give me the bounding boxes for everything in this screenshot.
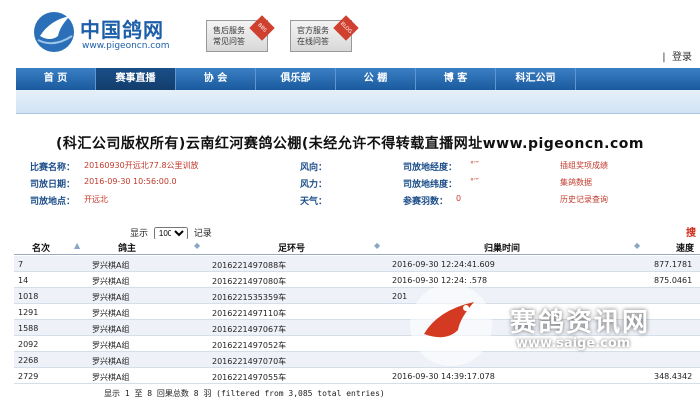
watermark: 赛鸽资讯网 www.saige.com bbox=[402, 272, 700, 390]
basketing-data-link[interactable]: 集鸽数据 bbox=[560, 177, 592, 188]
nav-association[interactable]: 协 会 bbox=[176, 68, 256, 90]
longitude-label: 司放地经度： bbox=[403, 163, 458, 173]
brand-name: 中国鸽网 bbox=[80, 18, 164, 42]
sort-icon[interactable]: ◆ bbox=[634, 241, 640, 250]
nav-kehui[interactable]: 科汇公司 bbox=[496, 68, 576, 90]
service-faq-button[interactable]: 售后服务 常见问答 BBS bbox=[206, 15, 275, 52]
cell-ring: 2016221497080车 bbox=[212, 277, 287, 286]
watermark-text: 赛鸽资讯网 bbox=[510, 308, 651, 338]
group-prize-link[interactable]: 插组奖项成绩 bbox=[560, 160, 608, 171]
pigeon-globe-icon bbox=[34, 12, 74, 52]
sort-icon[interactable]: ◆ bbox=[194, 241, 200, 250]
login-separator: | bbox=[662, 52, 666, 63]
cell-owner: 罗兴棋A组 bbox=[92, 341, 130, 350]
race-name-value: 20160930开远北77.8公里训放 bbox=[84, 161, 199, 170]
watermark-url: www.saige.com bbox=[516, 336, 631, 351]
cell-rank: 2729 bbox=[18, 372, 39, 381]
col-arrival[interactable]: 归巢时间 bbox=[484, 241, 520, 254]
cell-owner: 罗兴棋A组 bbox=[92, 325, 130, 334]
wind-force-label: 风力： bbox=[300, 180, 328, 190]
page-title: (科汇公司版权所有)云南红河赛鸽公棚(未经允许不得转载直播网址www.pigeo… bbox=[56, 136, 644, 152]
nav-blog[interactable]: 博 客 bbox=[416, 68, 496, 90]
table-row[interactable]: 7 罗兴棋A组 2016221497088车 2016-09-30 12:24:41.… bbox=[14, 256, 700, 272]
sort-icon[interactable]: ◆ bbox=[374, 241, 380, 250]
cell-owner: 罗兴棋A组 bbox=[92, 357, 130, 366]
release-place-value: 开远北 bbox=[84, 195, 108, 204]
info-row-2: 司放日期： 2016-09-30 10:56:00.0 风力： 司放地纬度： °… bbox=[30, 177, 690, 194]
wind-direction-label: 风向： bbox=[300, 163, 328, 173]
latitude-label: 司放地纬度： bbox=[403, 180, 458, 190]
cell-rank: 1588 bbox=[18, 324, 39, 333]
show-label: 显示 bbox=[130, 229, 149, 239]
nav-home[interactable]: 首 页 bbox=[16, 68, 96, 90]
login-label: 登录 bbox=[672, 52, 692, 63]
cell-owner: 罗兴棋A组 bbox=[92, 309, 130, 318]
race-info: 比赛名称： 20160930开远北77.8公里训放 风向： 司放地经度： °′″… bbox=[30, 160, 690, 211]
cell-rank: 7 bbox=[18, 260, 24, 269]
release-place-label: 司放地点： bbox=[30, 197, 76, 207]
info-row-3: 司放地点： 开远北 天气： 参赛羽数： 0 历史记录查询 bbox=[30, 194, 690, 211]
cell-ring: 2016221497067车 bbox=[212, 325, 287, 334]
cell-rank: 2092 bbox=[18, 340, 39, 349]
main-nav: 首 页 赛事直播 协 会 俱乐部 公 棚 博 客 科汇公司 bbox=[16, 68, 700, 90]
entries-label: 参赛羽数： bbox=[403, 197, 449, 207]
cell-ring: 2016221497055车 bbox=[212, 373, 287, 382]
nav-live[interactable]: 赛事直播 bbox=[96, 68, 176, 90]
table-info: 显示 1 至 8 回果总数 8 羽 (filtered from 3,085 t… bbox=[104, 389, 385, 398]
cell-ring: 2016221497110车 bbox=[212, 309, 287, 318]
sub-nav bbox=[16, 90, 700, 114]
release-date-label: 司放日期： bbox=[30, 180, 76, 190]
cell-owner: 罗兴棋A组 bbox=[92, 373, 130, 382]
longitude-value: °′″ bbox=[470, 160, 479, 169]
cell-rank: 14 bbox=[18, 276, 29, 285]
cell-ring: 2016221497070车 bbox=[212, 357, 287, 366]
page-length-control: 显示 100 记录 bbox=[130, 226, 212, 240]
pigeon-icon bbox=[424, 302, 474, 338]
col-rank[interactable]: 名次 bbox=[32, 241, 50, 254]
cell-rank: 2268 bbox=[18, 356, 39, 365]
cell-ring: 2016221497088车 bbox=[212, 261, 287, 270]
release-date-value: 2016-09-30 10:56:00.0 bbox=[84, 177, 177, 186]
info-row-1: 比赛名称： 20160930开远北77.8公里训放 风向： 司放地经度： °′″… bbox=[30, 160, 690, 177]
site-logo[interactable]: 中国鸽网 www.pigeoncn.com bbox=[30, 6, 180, 58]
cell-arrival: 2016-09-30 12:24:41.609 bbox=[392, 260, 495, 269]
cell-speed: 877.1781 bbox=[654, 260, 693, 269]
cell-rank: 1018 bbox=[18, 292, 39, 301]
brand-url: www.pigeoncn.com bbox=[82, 41, 170, 51]
sort-asc-icon[interactable]: ▲ bbox=[74, 241, 80, 250]
col-speed[interactable]: 速度 bbox=[676, 241, 694, 254]
cell-ring: 2016221497052车 bbox=[212, 341, 287, 350]
service-online-button[interactable]: 官方服务 在线问答 BLOG bbox=[290, 15, 359, 52]
cell-rank: 1291 bbox=[18, 308, 39, 317]
cell-owner: 罗兴棋A组 bbox=[92, 277, 130, 286]
col-owner[interactable]: 鸽主 bbox=[118, 241, 136, 254]
history-link[interactable]: 历史记录查询 bbox=[560, 194, 608, 205]
records-label: 记录 bbox=[193, 229, 212, 239]
site-header: 中国鸽网 www.pigeoncn.com 售后服务 常见问答 BBS 官方服务… bbox=[0, 0, 700, 68]
table-header: 名次 ▲ 鸽主 ◆ 足环号 ◆ 归巢时间 ◆ 速度 bbox=[14, 239, 700, 255]
nav-club[interactable]: 俱乐部 bbox=[256, 68, 336, 90]
cell-owner: 罗兴棋A组 bbox=[92, 261, 130, 270]
search-label: 搜 bbox=[686, 228, 696, 239]
entries-value: 0 bbox=[456, 194, 462, 203]
race-name-label: 比赛名称： bbox=[30, 163, 76, 173]
cell-owner: 罗兴棋A组 bbox=[92, 293, 130, 302]
login-link[interactable]: | 登录 bbox=[662, 48, 692, 63]
col-ring[interactable]: 足环号 bbox=[278, 241, 305, 254]
nav-loft[interactable]: 公 棚 bbox=[336, 68, 416, 90]
latitude-value: °′″ bbox=[470, 177, 479, 186]
cell-ring: 2016221535359车 bbox=[212, 293, 287, 302]
weather-label: 天气： bbox=[300, 197, 328, 207]
